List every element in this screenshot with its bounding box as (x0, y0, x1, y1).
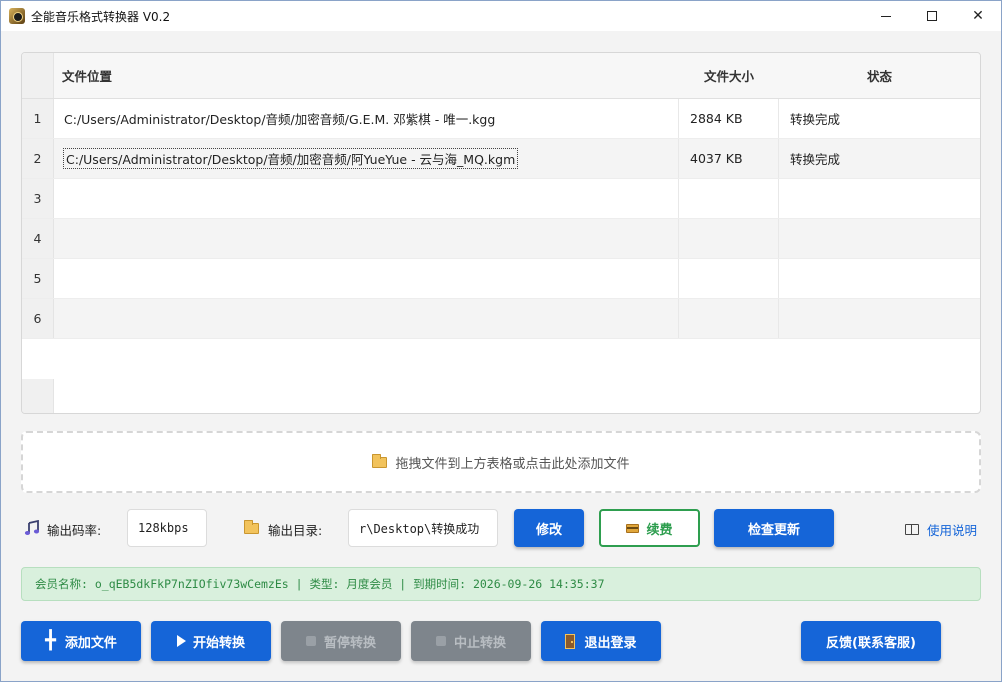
pause-icon (305, 636, 316, 646)
bitrate-label: 输出码率: (47, 523, 102, 538)
cell-size[interactable] (679, 299, 779, 338)
drop-zone-text: 拖拽文件到上方表格或点击此处添加文件 (395, 456, 630, 472)
cell-path[interactable] (54, 219, 679, 258)
table-row[interactable]: 1 C:/Users/Administrator/Desktop/音频/加密音频… (22, 99, 980, 139)
play-icon (176, 635, 186, 647)
help-link-label: 使用说明 (927, 523, 978, 538)
cell-status[interactable] (779, 299, 980, 338)
renew-button-label: 续费 (646, 522, 673, 538)
plus-icon: ╋ (45, 630, 56, 651)
music-note-icon (24, 520, 40, 535)
cell-status[interactable] (779, 259, 980, 298)
row-number: 2 (22, 139, 54, 178)
cell-size[interactable] (679, 219, 779, 258)
title-bar: 全能音乐格式转换器 V0.2 ✕ (1, 1, 1001, 31)
column-header-status[interactable]: 状态 (779, 53, 980, 98)
table-row[interactable]: 6 (22, 299, 980, 339)
book-icon (905, 524, 919, 535)
table-header: 文件位置 文件大小 状态 (22, 53, 980, 99)
pause-convert-label: 暂停转换 (323, 635, 376, 651)
row-number: 3 (22, 179, 54, 218)
cell-status[interactable] (779, 219, 980, 258)
stop-icon (435, 636, 446, 646)
row-header-filler (22, 379, 54, 413)
start-convert-button[interactable]: 开始转换 (151, 621, 271, 661)
table-row[interactable]: 4 (22, 219, 980, 259)
logout-label: 退出登录 (584, 635, 637, 651)
folder-icon (372, 453, 388, 468)
cell-path[interactable] (54, 299, 679, 338)
output-folder-icon (244, 520, 259, 534)
cell-path-text: C:/Users/Administrator/Desktop/音频/加密音频/阿… (62, 148, 519, 169)
stop-convert-label: 中止转换 (453, 635, 506, 651)
file-drop-zone[interactable]: 拖拽文件到上方表格或点击此处添加文件 (21, 431, 981, 493)
window-title: 全能音乐格式转换器 V0.2 (31, 9, 171, 24)
renew-button[interactable]: 续费 (599, 509, 700, 547)
cell-size[interactable]: 2884 KB (679, 99, 779, 138)
output-dir-field[interactable]: r\Desktop\转换成功 (348, 509, 498, 547)
column-header-size[interactable]: 文件大小 (679, 53, 779, 98)
column-header-path[interactable]: 文件位置 (54, 53, 679, 98)
start-convert-label: 开始转换 (192, 635, 245, 651)
door-icon (565, 633, 576, 649)
window-controls: ✕ (863, 1, 1001, 31)
cell-status[interactable]: 转换完成 (779, 99, 980, 138)
logout-button[interactable]: 退出登录 (541, 621, 661, 661)
feedback-label: 反馈(联系客服) (826, 635, 916, 651)
add-files-button[interactable]: ╋ 添加文件 (21, 621, 141, 661)
cell-size[interactable] (679, 259, 779, 298)
check-update-button[interactable]: 检查更新 (714, 509, 834, 547)
file-table-grid: 文件位置 文件大小 状态 1 C:/Users/Administrator/De… (22, 53, 980, 339)
bitrate-select[interactable]: 128kbps (127, 509, 207, 547)
cell-status[interactable]: 转换完成 (779, 139, 980, 178)
maximize-button[interactable] (909, 1, 955, 31)
row-number-header (22, 53, 54, 98)
cell-status[interactable] (779, 179, 980, 218)
table-row[interactable]: 3 (22, 179, 980, 219)
cell-path[interactable]: C:/Users/Administrator/Desktop/音频/加密音频/G… (54, 99, 679, 138)
minimize-button[interactable] (863, 1, 909, 31)
cell-size[interactable] (679, 179, 779, 218)
row-number: 4 (22, 219, 54, 258)
maximize-icon (927, 11, 937, 21)
membership-info-text: 会员名称: o_qEB5dkFkP7nZIOfiv73wCemzEs | 类型:… (35, 577, 605, 591)
cell-path[interactable] (54, 259, 679, 298)
row-number: 1 (22, 99, 54, 138)
minimize-icon (881, 15, 891, 17)
cell-path[interactable]: C:/Users/Administrator/Desktop/音频/加密音频/阿… (54, 139, 679, 178)
output-dir-label: 输出目录: (268, 523, 323, 538)
modify-button-label: 修改 (535, 522, 562, 538)
table-row[interactable]: 2 C:/Users/Administrator/Desktop/音频/加密音频… (22, 139, 980, 179)
membership-info-bar: 会员名称: o_qEB5dkFkP7nZIOfiv73wCemzEs | 类型:… (21, 567, 981, 601)
file-table[interactable]: 文件位置 文件大小 状态 1 C:/Users/Administrator/De… (21, 52, 981, 414)
credit-card-icon (626, 523, 640, 533)
row-number: 6 (22, 299, 54, 338)
row-number: 5 (22, 259, 54, 298)
cell-size[interactable]: 4037 KB (679, 139, 779, 178)
table-row[interactable]: 5 (22, 259, 980, 299)
output-settings: 输出码率: 128kbps 输出目录: r\Desktop\转换成功 修改 续费… (21, 508, 981, 548)
close-icon: ✕ (972, 8, 984, 24)
modify-output-dir-button[interactable]: 修改 (514, 509, 584, 547)
check-update-label: 检查更新 (747, 522, 800, 538)
help-link[interactable]: 使用说明 (905, 520, 977, 539)
app-logo-icon (9, 8, 25, 24)
cell-path-text: C:/Users/Administrator/Desktop/音频/加密音频/G… (64, 112, 496, 127)
pause-convert-button[interactable]: 暂停转换 (281, 621, 401, 661)
add-files-label: 添加文件 (64, 635, 117, 651)
close-button[interactable]: ✕ (955, 1, 1001, 31)
stop-convert-button[interactable]: 中止转换 (411, 621, 531, 661)
feedback-button[interactable]: 反馈(联系客服) (801, 621, 941, 661)
cell-path[interactable] (54, 179, 679, 218)
